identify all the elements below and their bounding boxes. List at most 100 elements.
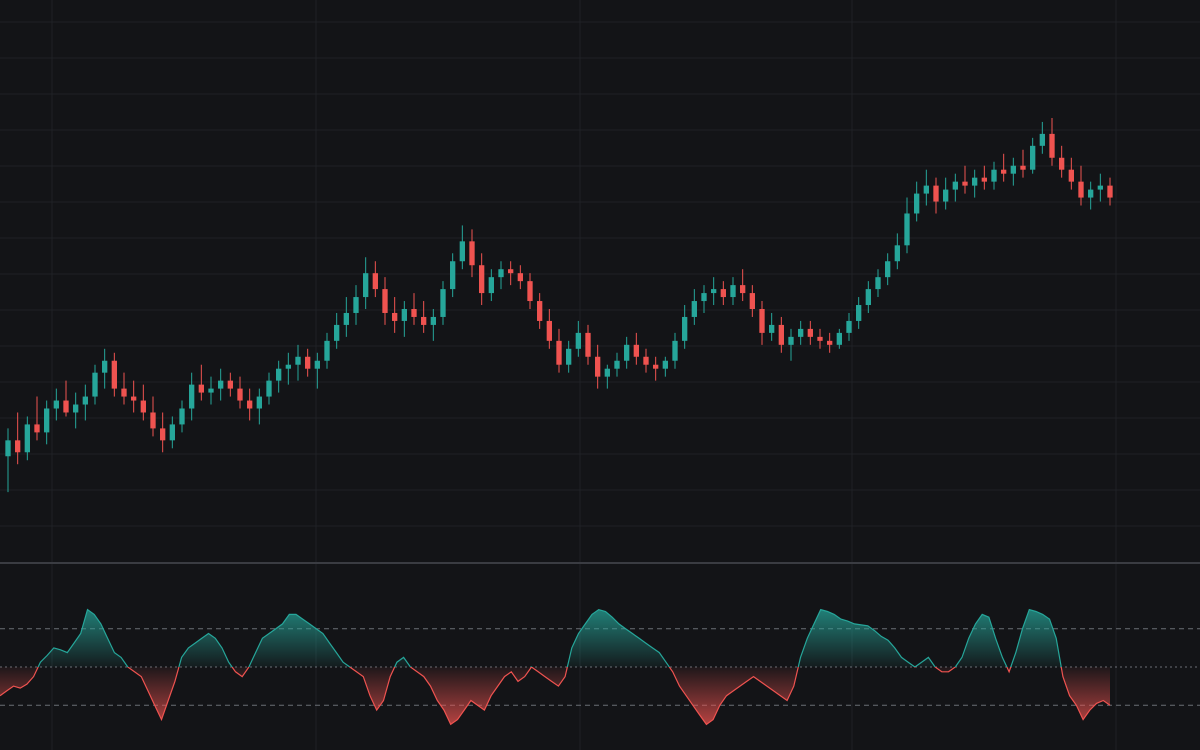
candle-body (914, 193, 920, 214)
candle (140, 384, 146, 421)
candle-body (759, 309, 765, 333)
candle-body (682, 316, 688, 341)
candle-body (875, 277, 881, 290)
candle (1068, 157, 1074, 190)
candle-body (324, 340, 330, 361)
candle (952, 173, 958, 202)
candle (962, 165, 968, 194)
candle (624, 336, 630, 369)
candle (276, 360, 282, 393)
candle-body (556, 340, 562, 365)
candle-body (972, 177, 978, 186)
candle (266, 372, 272, 405)
candle-body (314, 360, 320, 369)
candle-body (430, 316, 436, 325)
candle (73, 392, 79, 429)
candle-body (894, 245, 900, 262)
candle (218, 368, 224, 401)
candle (517, 265, 523, 290)
candle-body (450, 261, 456, 290)
candle (923, 169, 929, 206)
candle (256, 388, 262, 425)
candle (314, 352, 320, 389)
candle-body (508, 269, 514, 274)
candle (662, 356, 668, 377)
candle-body (1049, 133, 1055, 158)
candle (1078, 165, 1084, 206)
candle-body (865, 289, 871, 306)
candle-body (24, 424, 30, 453)
candle-body (1107, 185, 1113, 198)
candle (305, 348, 311, 377)
candle-body (411, 309, 417, 317)
candle (285, 352, 291, 385)
candle-body (1039, 133, 1045, 146)
candle-body (827, 340, 833, 345)
candle-body (343, 312, 349, 325)
candle (556, 328, 562, 373)
candle-body (614, 360, 620, 369)
candle-body (382, 289, 388, 313)
candle-body (856, 305, 862, 321)
candle-body (53, 400, 59, 409)
candle (604, 364, 610, 389)
candle-body (363, 273, 369, 298)
candle-body (73, 404, 79, 413)
candle (972, 169, 978, 198)
candle-body (237, 388, 243, 401)
candle (546, 309, 552, 349)
candle-body (836, 332, 842, 345)
candle-body (749, 293, 755, 309)
candle-body (208, 388, 214, 393)
candle-body (807, 328, 813, 337)
candle (111, 352, 117, 397)
candle (653, 356, 659, 381)
candle-body (846, 320, 852, 333)
candle (208, 376, 214, 405)
candle-body (575, 332, 581, 349)
candle-body (34, 424, 40, 433)
candle-body (1078, 181, 1084, 198)
candle-body (63, 400, 69, 413)
candle-body (604, 368, 610, 377)
candle (894, 233, 900, 270)
candle-body (1001, 169, 1007, 174)
candle (846, 312, 852, 341)
candle-body (479, 265, 485, 294)
candle-body (353, 297, 359, 313)
candle-body (285, 364, 291, 369)
candle (759, 301, 765, 345)
candle (498, 261, 504, 290)
candle (450, 253, 456, 298)
candle-body (488, 277, 494, 294)
candle (778, 316, 784, 353)
candle (363, 257, 369, 309)
candle-body (469, 241, 475, 266)
candle-body (295, 356, 301, 365)
candle-body (943, 189, 949, 202)
candle (1020, 149, 1026, 178)
candle-body (198, 384, 204, 393)
candle (885, 253, 891, 286)
candle-body (798, 328, 804, 337)
candle (730, 277, 736, 306)
candle (1059, 145, 1065, 178)
candle (614, 352, 620, 377)
candle-body (904, 213, 910, 246)
candle (469, 229, 475, 278)
candle-body (82, 396, 88, 405)
candle (295, 344, 301, 381)
candle (1010, 157, 1016, 186)
candle-body (981, 177, 987, 182)
candle (933, 177, 939, 214)
candle (92, 364, 98, 405)
candle-body (517, 273, 523, 282)
candle (1107, 177, 1113, 206)
candle-body (653, 364, 659, 369)
candle-body (131, 396, 137, 401)
candle (798, 320, 804, 345)
candle (411, 293, 417, 325)
chart-canvas (0, 0, 1200, 750)
candle-body (392, 312, 398, 321)
candle (169, 416, 175, 449)
